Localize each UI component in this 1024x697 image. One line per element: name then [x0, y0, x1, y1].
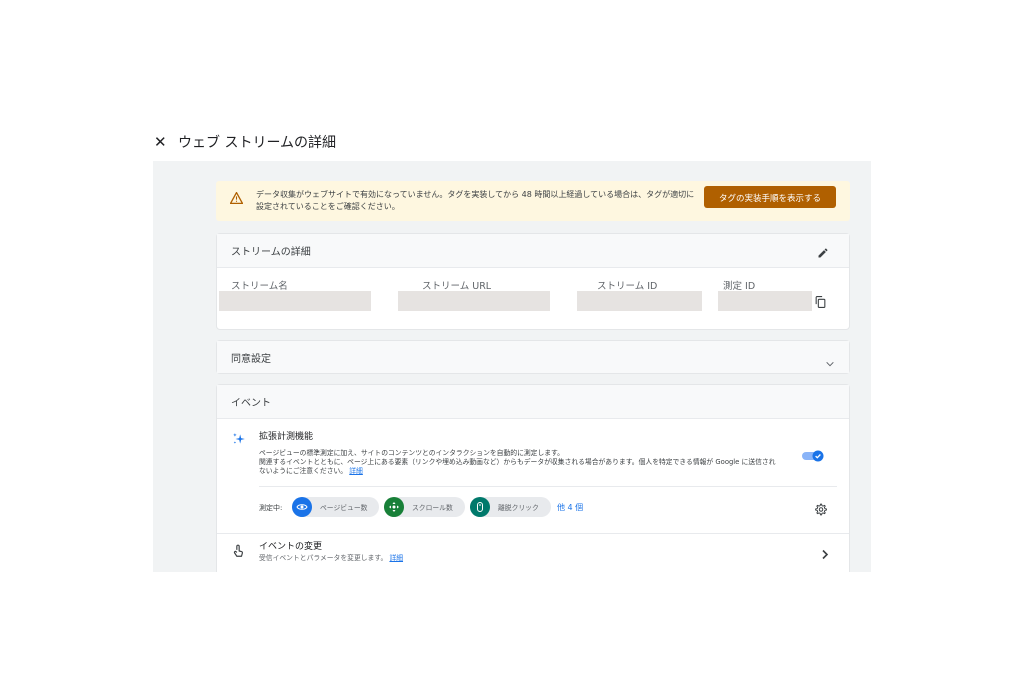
consent-settings-title: 同意設定	[231, 354, 271, 365]
modify-events-description: 受信イベントとパラメータを変更します。 詳細	[259, 552, 403, 562]
chip-scrolls[interactable]: スクロール数	[384, 497, 465, 517]
warning-message: データ収集がウェブサイトで有効になっていません。タグを実装してから 48 時間以…	[256, 190, 695, 211]
show-tag-instructions-button[interactable]: タグの実装手順を表示する	[704, 186, 836, 208]
warning-banner: データ収集がウェブサイトで有効になっていません。タグを実装してから 48 時間以…	[216, 181, 850, 221]
stream-details-title: ストリームの詳細	[231, 247, 311, 258]
consent-settings-header[interactable]: 同意設定	[217, 341, 849, 373]
dialog-header: ✕ ウェブ ストリームの詳細	[154, 130, 336, 154]
chevron-right-icon[interactable]	[821, 545, 829, 564]
modify-events-text: 受信イベントとパラメータを変更します。	[259, 554, 388, 562]
modify-events-link[interactable]: 詳細	[389, 554, 403, 562]
more-events-link[interactable]: 他 4 個	[557, 502, 583, 513]
content-panel: データ収集がウェブサイトで有効になっていません。タグを実装してから 48 時間以…	[153, 161, 871, 572]
consent-settings-card[interactable]: 同意設定	[216, 340, 850, 374]
learn-more-link[interactable]: 詳細	[349, 467, 363, 475]
enhanced-measurement-title: 拡張計測機能	[259, 432, 314, 442]
copy-icon[interactable]	[814, 294, 827, 313]
pencil-icon[interactable]	[817, 244, 829, 263]
measurement-id-label: 測定 ID	[723, 281, 756, 292]
gear-icon[interactable]	[814, 501, 827, 520]
description-line-1: ページビューの標準測定に加え、サイトのコンテンツとのインタラクションを自動的に測…	[259, 449, 564, 457]
stream-id-label: ストリーム ID	[597, 281, 658, 292]
stream-url-label: ストリーム URL	[422, 281, 492, 292]
eye-icon	[292, 497, 312, 517]
events-header: イベント	[217, 385, 849, 419]
chip-outbound-clicks[interactable]: 離脱クリック	[470, 497, 551, 517]
description-line-2: 関連するイベントとともに、ページ上にある要素（リンクや埋め込み動画など）からもデ…	[259, 457, 776, 475]
modify-events-title: イベントの変更	[259, 542, 323, 552]
warning-icon	[229, 189, 244, 208]
modify-events-row[interactable]: イベントの変更 受信イベントとパラメータを変更します。 詳細	[217, 533, 849, 568]
chevron-down-icon[interactable]	[825, 353, 835, 372]
chip-page-views[interactable]: ページビュー数	[292, 497, 379, 517]
chip-page-views-label: ページビュー数	[320, 504, 368, 512]
divider	[259, 486, 837, 487]
stream-details-header: ストリームの詳細	[217, 234, 849, 268]
enhanced-measurement-toggle[interactable]	[802, 447, 824, 462]
close-button[interactable]: ✕	[154, 133, 172, 151]
chip-scrolls-label: スクロール数	[412, 504, 453, 512]
stream-name-label: ストリーム名	[231, 281, 288, 292]
stream-details-card: ストリームの詳細 ストリーム名 ストリーム URL ストリーム ID 測定 ID	[216, 233, 850, 330]
page-title: ウェブ ストリームの詳細	[178, 135, 337, 151]
events-card: イベント 拡張計測機能 ページビューの標準測定に加え、サイトのコンテンツとのイン…	[216, 384, 850, 572]
touch-icon	[232, 543, 244, 562]
stream-id-value	[577, 291, 702, 311]
measurement-id-value	[718, 291, 812, 311]
events-title: イベント	[231, 398, 271, 409]
mouse-icon	[470, 497, 490, 517]
measuring-label: 測定中:	[259, 504, 283, 512]
crosshair-icon	[384, 497, 404, 517]
enhanced-measurement-description: ページビューの標準測定に加え、サイトのコンテンツとのインタラクションを自動的に測…	[259, 449, 779, 475]
sparkle-icon	[232, 431, 246, 450]
chip-outbound-clicks-label: 離脱クリック	[498, 504, 539, 512]
stream-url-value	[398, 291, 550, 311]
stream-name-value	[219, 291, 371, 311]
